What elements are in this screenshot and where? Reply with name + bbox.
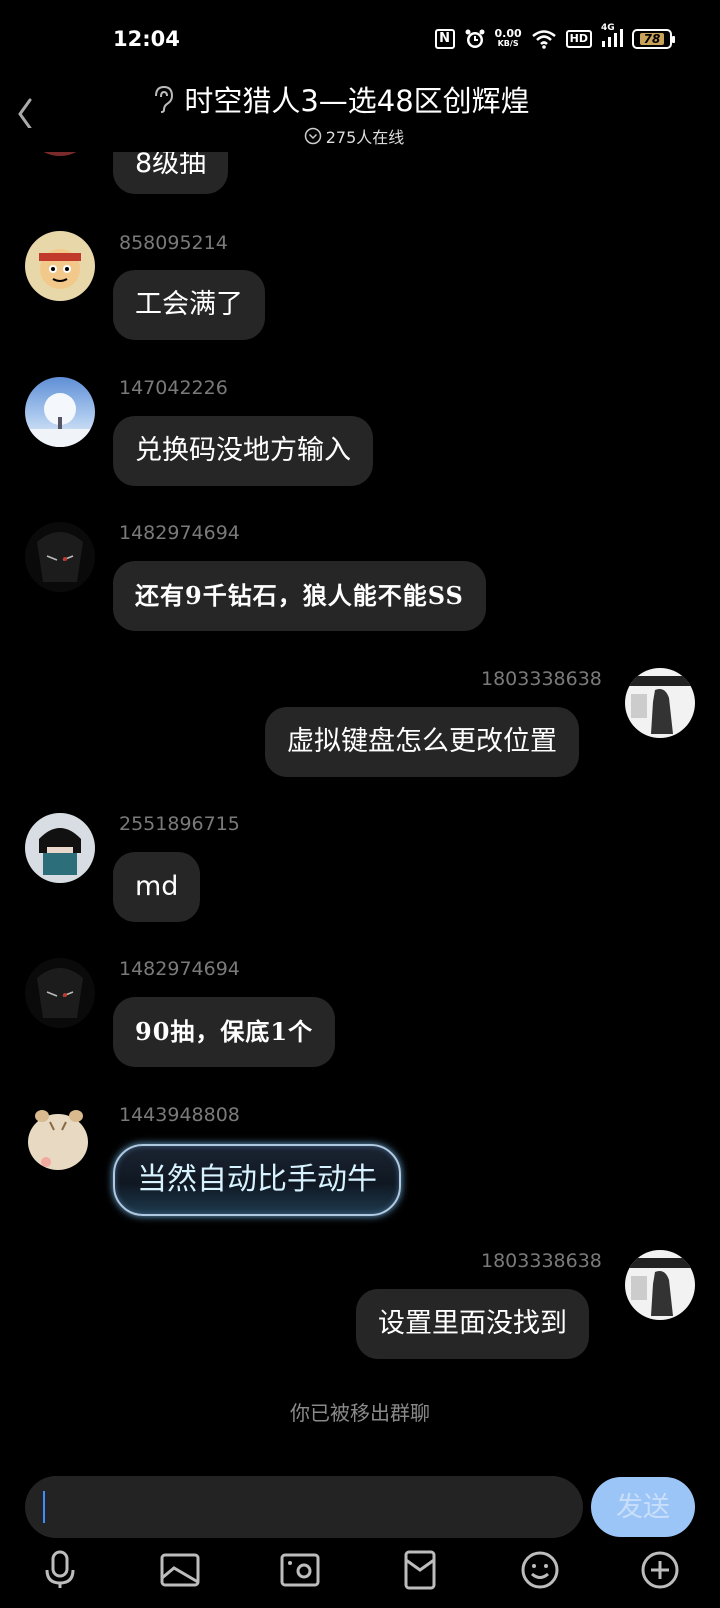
sender-id: 1482974694 [119,522,240,544]
tiger-sticker-avatar-icon [28,1110,88,1170]
chat-header-overlay: 时空猎人3—选48区创辉煌 275人在线 [0,78,720,148]
masked-boy-avatar-icon [39,828,81,875]
message-bubble[interactable]: 虚拟键盘怎么更改位置 [265,707,579,777]
text-caret [43,1491,45,1523]
snow-tree-icon [25,393,95,447]
self-avatar[interactable] [625,1250,695,1320]
avatar[interactable] [25,377,95,447]
ear-icon [155,85,174,113]
sender-id: 858095214 [119,232,228,254]
manga-avatar-icon [625,1258,695,1316]
status-time: 12:04 [113,27,180,51]
message-bubble[interactable]: 兑换码没地方输入 [113,416,373,486]
battery-icon: 78 [632,29,675,49]
plus-icon[interactable] [638,1548,682,1592]
manga-avatar-icon [625,676,695,734]
online-count: 275人在线 [325,128,405,147]
message-bubble[interactable]: 工会满了 [113,270,265,340]
sender-id: 147042226 [119,377,228,399]
chevron-down-icon [304,127,321,145]
self-avatar[interactable] [625,668,695,738]
dark-anime-avatar-icon [37,532,83,582]
title-block[interactable]: 时空猎人3—选48区创辉煌 275人在线 [0,78,720,148]
status-icons: N 0.00 KB/S HD 4G 78 [434,23,675,50]
message-bubble[interactable]: 当然自动比手动牛 [113,1144,401,1216]
sender-id: 1803338638 [481,1250,602,1272]
signal-icon: 4G [601,23,623,49]
image-icon[interactable] [158,1548,202,1592]
avatar[interactable] [25,813,95,883]
avatar[interactable] [25,522,95,592]
network-type: 4G [601,23,615,33]
message-bubble[interactable]: 还有9千钻石，狼人能不能SS [113,561,486,631]
input-toolbar [0,1548,720,1598]
sender-id: 1482974694 [119,958,240,980]
red-packet-icon[interactable] [398,1548,442,1592]
sender-id: 1443948808 [119,1104,240,1126]
message-input[interactable] [25,1476,583,1538]
dark-anime-avatar-icon [37,968,83,1018]
message-bubble[interactable]: 设置里面没找到 [356,1289,589,1359]
battery-level: 78 [643,32,661,46]
net-speed: 0.00 KB/S [494,27,522,49]
message-bubble[interactable]: 90抽，保底1个 [113,997,336,1067]
microphone-icon[interactable] [38,1548,82,1592]
avatar[interactable] [20,1100,98,1178]
sender-id: 1803338638 [481,668,602,690]
system-notice: 你已被移出群聊 [290,1401,430,1425]
alarm-icon [464,28,486,50]
page-title: 时空猎人3—选48区创辉煌 [184,84,530,118]
sender-id: 2551896715 [119,813,240,835]
hd-icon: HD [565,30,592,48]
avatar[interactable] [25,231,95,301]
nfc-icon: N [434,29,455,49]
wifi-icon [531,29,557,49]
send-button[interactable]: 发送 [591,1477,695,1537]
cartoon-avatar-icon [39,249,81,289]
message-bubble[interactable]: md [113,852,201,922]
net-speed-unit: KB/S [497,39,519,48]
emoji-icon[interactable] [518,1548,562,1592]
camera-icon[interactable] [278,1548,322,1592]
avatar[interactable] [25,958,95,1028]
status-bar: 12:04 N 0.00 KB/S HD 4G 78 [0,0,720,80]
net-speed-value: 0.00 [494,27,522,40]
